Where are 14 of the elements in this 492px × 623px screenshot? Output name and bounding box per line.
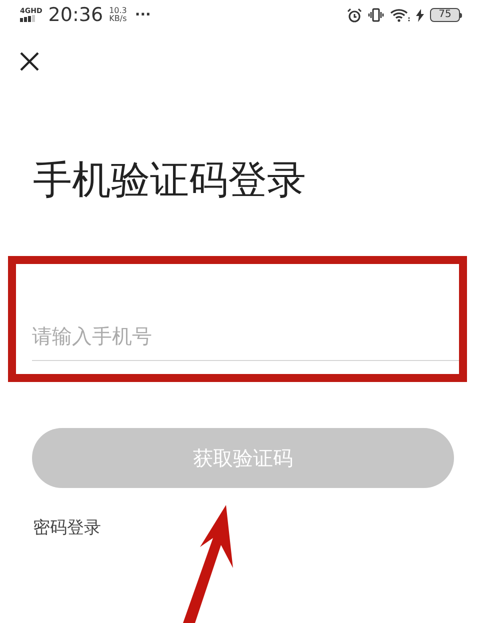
clock-time: 20:36 [48,6,104,24]
wifi-icon [390,8,410,22]
signal-icon [20,15,36,22]
page-title: 手机验证码登录 [33,157,306,205]
phone-input-field[interactable]: 请输入手机号 [32,320,460,350]
vibrate-icon [368,8,384,22]
battery-level: 75 [438,10,452,20]
more-indicator: ··· [134,6,151,24]
charging-icon [416,8,424,22]
alarm-icon [347,8,362,22]
password-login-link[interactable]: 密码登录 [33,516,101,542]
close-icon[interactable] [20,52,39,71]
speed-unit: KB/s [109,15,127,23]
speed-value: 10.3 [109,7,127,15]
